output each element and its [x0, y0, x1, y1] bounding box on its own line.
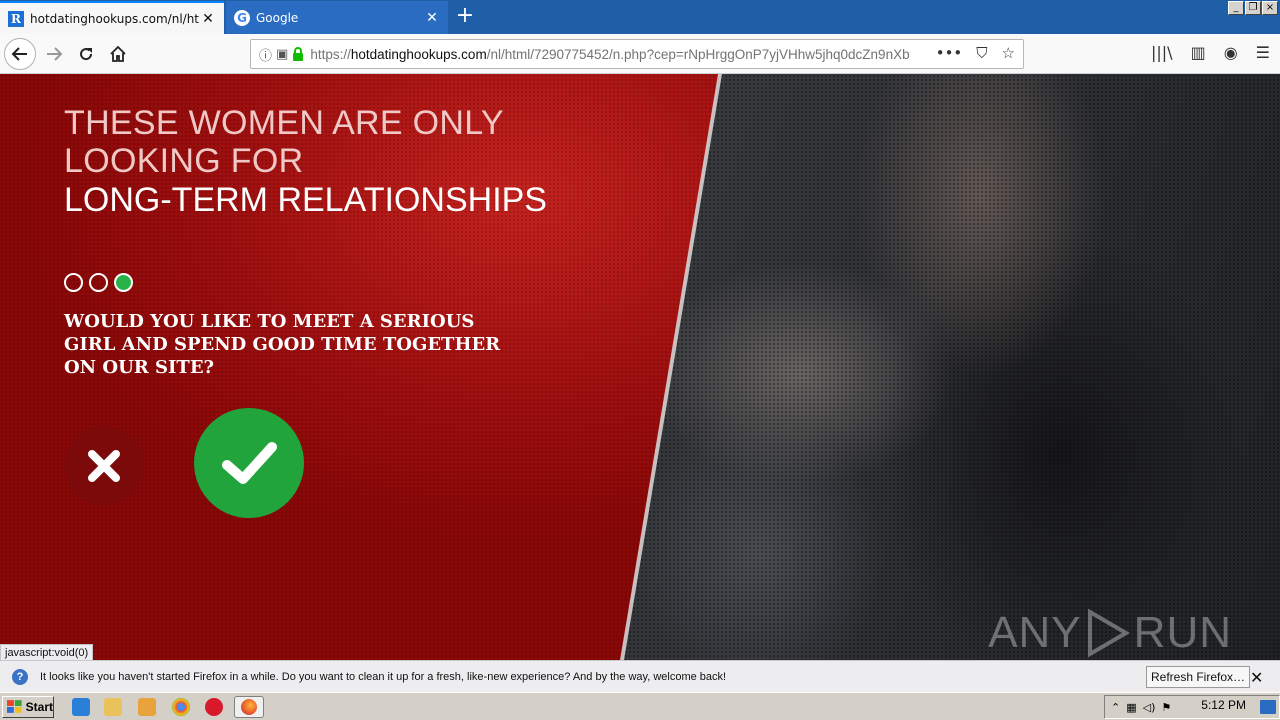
refresh-firefox-button[interactable]: Refresh Firefox…	[1146, 666, 1251, 688]
firefox-task-button[interactable]	[234, 696, 264, 718]
network-icon[interactable]: ▦	[1126, 701, 1136, 714]
headline-emphasis: LONG-TERM RELATIONSHIPS	[64, 181, 547, 219]
home-icon	[110, 45, 126, 62]
start-label: Start	[25, 700, 53, 714]
tray-expand-icon[interactable]: ⌃	[1111, 701, 1120, 714]
clock[interactable]: 5:12 PM	[1201, 698, 1246, 712]
restore-button[interactable]: ❐	[1245, 1, 1261, 15]
reload-icon	[80, 48, 93, 61]
address-bar[interactable]: ⓘ ▣ https://hotdatinghookups.com/nl/html…	[250, 39, 1024, 69]
play-logo-icon	[1087, 608, 1130, 658]
lock-icon[interactable]	[292, 47, 304, 61]
new-tab-button[interactable]: +	[452, 4, 478, 30]
page-content: THESE WOMEN ARE ONLY LOOKING FOR LONG-TE…	[0, 74, 1280, 660]
volume-icon[interactable]: ◁)	[1143, 701, 1156, 714]
opera-icon[interactable]	[205, 698, 223, 716]
system-tray: ⌃ ▦ ◁) ⚑	[1104, 695, 1280, 719]
url-prefix: https://	[310, 46, 351, 62]
tab-google[interactable]: G Google ✕	[226, 1, 448, 34]
show-desktop-icon[interactable]	[1260, 700, 1276, 714]
sidebar-icon[interactable]: ▥	[1191, 43, 1206, 62]
navigation-toolbar: ⓘ ▣ https://hotdatinghookups.com/nl/html…	[0, 34, 1280, 74]
start-button[interactable]: Start	[2, 696, 54, 718]
progress-steps	[64, 273, 133, 292]
checkmark-icon	[222, 442, 277, 484]
forward-button[interactable]	[38, 38, 70, 70]
url-path: /nl/html/7290775452/n.php?cep=rNpHrggOnP…	[486, 46, 911, 62]
reload-button[interactable]	[70, 38, 102, 70]
headline: THESE WOMEN ARE ONLY LOOKING FOR	[64, 104, 504, 180]
media-player-icon[interactable]	[138, 698, 156, 716]
site-r-icon: R	[8, 10, 24, 27]
tab-title: Google	[256, 10, 299, 25]
close-tab-icon[interactable]: ✕	[200, 11, 216, 27]
step-indicator-1	[64, 273, 83, 292]
back-button[interactable]	[4, 38, 36, 70]
watermark-right: RUN	[1133, 608, 1232, 657]
bookmark-star-icon[interactable]: ☆	[1002, 44, 1015, 62]
anyrun-watermark: ANY RUN	[988, 608, 1232, 658]
arrow-right-icon	[47, 47, 63, 61]
ie-icon[interactable]	[72, 698, 90, 716]
x-icon	[88, 450, 120, 482]
url-domain: hotdatinghookups.com	[350, 46, 487, 62]
close-notification-icon[interactable]: ✕	[1250, 668, 1263, 688]
question-icon: ?	[12, 668, 28, 685]
window-controls: _ ❐ ×	[1228, 1, 1278, 15]
notification-bar: ? It looks like you haven't started Fire…	[0, 660, 1280, 692]
question-text: WOULD YOU LIKE TO MEET A SERIOUS GIRL AN…	[64, 311, 501, 378]
arrow-left-icon	[11, 47, 27, 61]
windows-taskbar: Start ⌃ ▦ ◁) ⚑ 5:12 PM	[0, 692, 1280, 720]
home-button[interactable]	[102, 38, 134, 70]
chrome-icon[interactable]	[172, 698, 190, 716]
permissions-icon[interactable]: ▣	[276, 47, 288, 62]
minimize-button[interactable]: _	[1228, 1, 1244, 15]
tab-active[interactable]: R hotdatinghookups.com/nl/html/72 ✕	[0, 1, 224, 34]
folder-icon[interactable]	[104, 698, 122, 716]
info-icon[interactable]: ⓘ	[259, 45, 272, 64]
step-indicator-3	[114, 273, 133, 292]
tab-title: hotdatinghookups.com/nl/html/72	[30, 11, 200, 26]
step-indicator-2	[89, 273, 108, 292]
url-text[interactable]: https://hotdatinghookups.com/nl/html/729…	[310, 47, 910, 62]
yes-button[interactable]	[194, 408, 304, 518]
page-actions-icon[interactable]: •••	[936, 44, 963, 62]
pocket-icon[interactable]: ⛉	[976, 44, 987, 62]
flag-icon[interactable]: ⚑	[1161, 701, 1171, 714]
library-icon[interactable]: |||\	[1151, 43, 1173, 62]
firefox-icon	[241, 699, 257, 715]
menu-icon[interactable]: ☰	[1256, 43, 1270, 62]
watermark-left: ANY	[988, 608, 1082, 657]
close-tab-icon[interactable]: ✕	[424, 10, 440, 26]
close-window-button[interactable]: ×	[1262, 1, 1278, 15]
no-button[interactable]	[64, 426, 144, 506]
tab-strip: R hotdatinghookups.com/nl/html/72 ✕ G Go…	[0, 0, 1280, 34]
notification-message: It looks like you haven't started Firefo…	[40, 670, 727, 683]
google-icon: G	[234, 9, 250, 26]
windows-logo-icon	[7, 700, 22, 713]
account-icon[interactable]: ◉	[1224, 43, 1238, 62]
